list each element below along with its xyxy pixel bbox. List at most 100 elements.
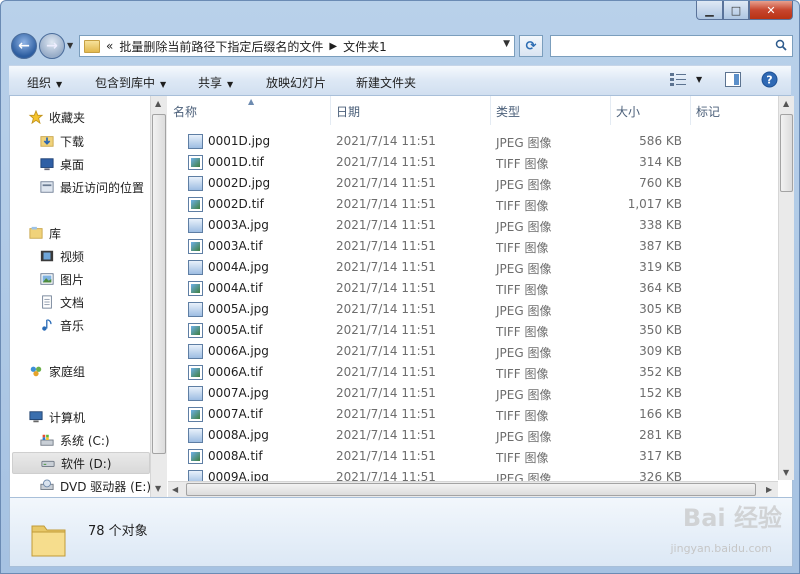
column-header-type[interactable]: 类型 [491, 96, 611, 125]
sidebar-item-drive-e[interactable]: DVD 驱动器 (E:) [39, 475, 158, 497]
file-row[interactable]: 0002D.jpg 2021/7/14 11:51 JPEG 图像 760 KB [168, 173, 778, 194]
maximize-button[interactable]: □ [723, 1, 749, 20]
new-folder-button[interactable]: 新建文件夹 [356, 74, 416, 91]
file-row[interactable]: 0004A.tif 2021/7/14 11:51 TIFF 图像 364 KB [168, 278, 778, 299]
recent-pages-dropdown[interactable]: ▼ [67, 41, 73, 50]
file-type: JPEG 图像 [496, 346, 552, 360]
share-label: 共享 [198, 76, 223, 90]
scrollbar-thumb[interactable] [152, 114, 166, 454]
file-row[interactable]: 0007A.tif 2021/7/14 11:51 TIFF 图像 166 KB [168, 404, 778, 425]
sidebar-item-documents[interactable]: 文档 [39, 291, 158, 313]
file-size: 305 KB [639, 302, 682, 316]
breadcrumb-current[interactable]: 文件夹1 [343, 38, 387, 55]
file-row[interactable]: 0005A.tif 2021/7/14 11:51 TIFF 图像 350 KB [168, 320, 778, 341]
file-row[interactable]: 0003A.tif 2021/7/14 11:51 TIFF 图像 387 KB [168, 236, 778, 257]
file-row[interactable]: 0001D.tif 2021/7/14 11:51 TIFF 图像 314 KB [168, 152, 778, 173]
column-header-name[interactable]: ▲ 名称 [168, 96, 331, 125]
sidebar-item-desktop[interactable]: 桌面 [39, 153, 158, 175]
slideshow-button[interactable]: 放映幻灯片 [266, 74, 326, 91]
sidebar-item-downloads[interactable]: 下载 [39, 130, 158, 152]
downloads-folder-icon [40, 136, 54, 147]
include-in-library-label: 包含到库中 [95, 76, 156, 90]
preview-pane-icon[interactable] [725, 72, 741, 87]
file-size: 281 KB [639, 428, 682, 442]
search-input[interactable] [551, 36, 761, 56]
scroll-left-icon[interactable]: ◀ [172, 485, 178, 494]
library-icon [29, 226, 43, 239]
sidebar-item-drive-c[interactable]: 系统 (C:) [39, 429, 158, 451]
file-size: 760 KB [639, 176, 682, 190]
sidebar-item-homegroup[interactable]: 家庭组 [28, 360, 158, 382]
folder-icon [84, 39, 100, 53]
scrollbar-thumb[interactable] [186, 483, 756, 496]
sidebar-item-videos[interactable]: 视频 [39, 245, 158, 267]
column-header-tags[interactable]: 标记 [691, 96, 778, 125]
file-row[interactable]: 0001D.jpg 2021/7/14 11:51 JPEG 图像 586 KB [168, 131, 778, 152]
column-header-size[interactable]: 大小 [611, 96, 691, 125]
address-bar[interactable]: « 批量删除当前路径下指定后缀名的文件 ▶ 文件夹1 ▼ [79, 35, 515, 57]
file-row[interactable]: 0006A.jpg 2021/7/14 11:51 JPEG 图像 309 KB [168, 341, 778, 362]
file-list-horizontal-scrollbar[interactable]: ◀ ▶ [168, 481, 778, 497]
sidebar-item-computer[interactable]: 计算机 [28, 406, 158, 428]
minimize-button[interactable]: ▁ [696, 1, 723, 20]
file-type: JPEG 图像 [496, 136, 552, 150]
breadcrumb-parent[interactable]: 批量删除当前路径下指定后缀名的文件 [119, 38, 323, 55]
file-name: 0002D.tif [208, 197, 264, 211]
back-button[interactable]: ← [11, 33, 37, 59]
documents-icon [42, 295, 52, 309]
include-in-library-menu[interactable]: 包含到库中 ▼ [95, 74, 166, 91]
refresh-icon: ⟳ [525, 38, 537, 54]
close-button[interactable]: ✕ [749, 1, 793, 20]
sidebar-item-drive-d[interactable]: 软件 (D:) [12, 452, 150, 474]
sidebar-item-favorites[interactable]: 收藏夹 [28, 106, 158, 128]
search-icon[interactable] [775, 39, 787, 51]
file-row[interactable]: 0008A.jpg 2021/7/14 11:51 JPEG 图像 281 KB [168, 425, 778, 446]
file-size: 1,017 KB [627, 197, 682, 211]
dvd-drive-icon [40, 479, 54, 490]
share-menu[interactable]: 共享 ▼ [198, 74, 233, 91]
file-date: 2021/7/14 11:51 [336, 344, 436, 358]
file-date: 2021/7/14 11:51 [336, 386, 436, 400]
view-options-icon[interactable] [670, 72, 686, 86]
breadcrumb-separator-icon[interactable]: ▶ [329, 41, 337, 52]
file-name: 0008A.jpg [208, 428, 269, 442]
view-dropdown-icon[interactable]: ▼ [696, 75, 702, 84]
sidebar-item-recent[interactable]: 最近访问的位置 [39, 176, 158, 198]
svg-text:?: ? [766, 74, 772, 87]
scroll-up-icon[interactable]: ▲ [783, 99, 789, 108]
arrow-left-icon: ← [18, 38, 30, 54]
sidebar-item-pictures[interactable]: 图片 [39, 268, 158, 290]
file-list-vertical-scrollbar[interactable]: ▲ ▼ [778, 96, 794, 480]
file-row[interactable]: 0008A.tif 2021/7/14 11:51 TIFF 图像 317 KB [168, 446, 778, 467]
tiff-file-icon [188, 281, 203, 296]
file-row[interactable]: 0005A.jpg 2021/7/14 11:51 JPEG 图像 305 KB [168, 299, 778, 320]
navigation-pane-scrollbar[interactable]: ▲ ▼ [150, 96, 167, 497]
hard-drive-icon [41, 460, 55, 467]
forward-button[interactable]: → [39, 33, 65, 59]
sidebar-item-libraries[interactable]: 库 [28, 222, 158, 244]
address-dropdown-icon[interactable]: ▼ [503, 39, 510, 49]
computer-icon [29, 411, 43, 423]
file-row[interactable]: 0006A.tif 2021/7/14 11:51 TIFF 图像 352 KB [168, 362, 778, 383]
file-row[interactable]: 0004A.jpg 2021/7/14 11:51 JPEG 图像 319 KB [168, 257, 778, 278]
scroll-down-icon[interactable]: ▼ [783, 468, 789, 477]
help-icon[interactable]: ? [761, 71, 778, 88]
file-row[interactable]: 0007A.jpg 2021/7/14 11:51 JPEG 图像 152 KB [168, 383, 778, 404]
sidebar-item-music[interactable]: 音乐 [39, 314, 158, 336]
file-name: 0001D.tif [208, 155, 264, 169]
column-header-date[interactable]: 日期 [331, 96, 491, 125]
file-row[interactable]: 0003A.jpg 2021/7/14 11:51 JPEG 图像 338 KB [168, 215, 778, 236]
file-date: 2021/7/14 11:51 [336, 197, 436, 211]
file-row[interactable]: 0002D.tif 2021/7/14 11:51 TIFF 图像 1,017 KB [168, 194, 778, 215]
search-box[interactable] [550, 35, 793, 57]
refresh-button[interactable]: ⟳ [519, 35, 543, 57]
scrollbar-thumb[interactable] [780, 114, 793, 192]
file-date: 2021/7/14 11:51 [336, 134, 436, 148]
scroll-right-icon[interactable]: ▶ [766, 485, 772, 494]
scroll-down-icon[interactable]: ▼ [155, 484, 161, 493]
command-toolbar: 组织 ▼ 包含到库中 ▼ 共享 ▼ 放映幻灯片 新建文件夹 ▼ ? [9, 65, 791, 96]
scroll-up-icon[interactable]: ▲ [155, 99, 161, 108]
address-prefix[interactable]: « [106, 39, 113, 53]
organize-menu[interactable]: 组织 ▼ [27, 74, 62, 91]
chevron-down-icon: ▼ [160, 80, 167, 89]
